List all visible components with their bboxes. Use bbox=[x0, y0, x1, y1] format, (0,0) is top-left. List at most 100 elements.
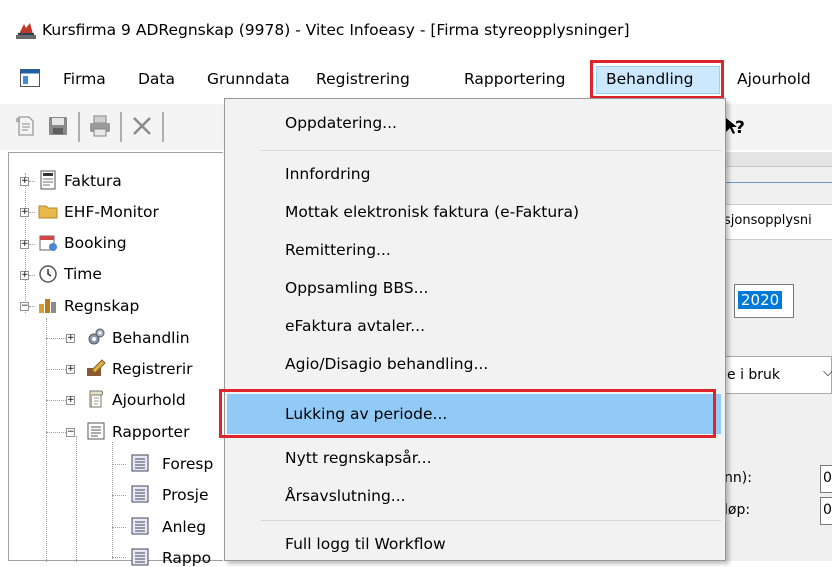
menu-grunndata[interactable]: Grunndata bbox=[207, 70, 290, 88]
menu-item-mottak-efaktura[interactable]: Mottak elektronisk faktura (e-Faktura) bbox=[285, 203, 579, 221]
tree-connector bbox=[29, 275, 35, 276]
app-icon bbox=[16, 23, 36, 39]
edit-icon bbox=[87, 359, 106, 376]
form-panel: sjonsopplysni 2020 e i bruk ⌵ nn): 0 løp… bbox=[724, 152, 832, 561]
tab-strip: sjonsopplysni bbox=[724, 204, 832, 240]
tree-item-foresporsel[interactable]: Foresp bbox=[162, 455, 213, 473]
tree-expand-toggle[interactable]: + bbox=[20, 271, 29, 280]
tree-expand-toggle[interactable]: + bbox=[66, 365, 75, 374]
tree-item-rapport[interactable]: Rappo bbox=[162, 549, 211, 567]
list-doc-icon bbox=[131, 454, 149, 472]
title-bar: Kursfirma 9 ADRegnskap (9978) - Vitec In… bbox=[0, 0, 832, 60]
menu-separator bbox=[261, 150, 721, 151]
tree-item-prosjekt[interactable]: Prosje bbox=[162, 486, 209, 504]
menu-item-innfordring[interactable]: Innfordring bbox=[285, 165, 370, 183]
toolbar-separator bbox=[120, 112, 122, 142]
tree-connector bbox=[46, 432, 66, 433]
menu-separator bbox=[261, 520, 721, 521]
invoice-icon bbox=[40, 170, 56, 190]
tree-connector bbox=[46, 369, 66, 370]
tree-item-ajourhold[interactable]: Ajourhold bbox=[112, 391, 186, 409]
tree-connector bbox=[112, 464, 126, 465]
tree-item-booking[interactable]: Booking bbox=[64, 234, 127, 252]
status-dropdown-value: e i bruk bbox=[727, 367, 781, 383]
gears-icon bbox=[88, 328, 105, 345]
menu-item-arsavslutning[interactable]: Årsavslutning... bbox=[285, 487, 406, 505]
toolbar-separator bbox=[78, 112, 80, 142]
tree-item-behandling[interactable]: Behandlin bbox=[112, 329, 190, 347]
accounting-icon bbox=[39, 299, 56, 313]
tree-connector bbox=[29, 244, 35, 245]
list-doc-icon bbox=[131, 517, 149, 535]
tree-connector bbox=[76, 436, 77, 562]
tree-connector bbox=[112, 557, 126, 558]
tree-expand-toggle[interactable]: + bbox=[66, 334, 75, 343]
tree-collapse-toggle[interactable]: − bbox=[20, 302, 29, 311]
item-highlight-box bbox=[219, 389, 716, 438]
menu-registrering[interactable]: Registrering bbox=[316, 70, 410, 88]
list-doc-icon bbox=[131, 485, 149, 503]
tree-item-registrering[interactable]: Registrerir bbox=[112, 360, 193, 378]
field-1[interactable]: 0 bbox=[820, 465, 832, 493]
year-field[interactable]: 2020 bbox=[734, 284, 794, 318]
field-2-value: 0 bbox=[823, 502, 832, 518]
delete-icon[interactable] bbox=[130, 114, 154, 138]
menu-item-full-logg-workflow[interactable]: Full logg til Workflow bbox=[285, 535, 446, 553]
tree-connector bbox=[112, 527, 126, 528]
clock-icon bbox=[39, 265, 57, 283]
report-icon bbox=[87, 422, 105, 440]
save-icon[interactable] bbox=[46, 114, 70, 138]
menu-item-remittering[interactable]: Remittering... bbox=[285, 241, 391, 259]
status-dropdown[interactable]: e i bruk ⌵ bbox=[724, 356, 832, 394]
field-label-1: nn): bbox=[724, 470, 752, 486]
menu-highlight-box bbox=[590, 60, 724, 99]
new-document-icon[interactable] bbox=[14, 114, 38, 138]
panel-title-line bbox=[724, 182, 832, 183]
tree-item-regnskap[interactable]: Regnskap bbox=[64, 297, 139, 315]
toolbar-separator bbox=[162, 112, 164, 142]
window-title: Kursfirma 9 ADRegnskap (9978) - Vitec In… bbox=[42, 21, 630, 39]
tree-collapse-toggle[interactable]: − bbox=[66, 428, 75, 437]
tab-label[interactable]: sjonsopplysni bbox=[724, 213, 812, 228]
booking-icon bbox=[39, 235, 57, 251]
print-icon[interactable] bbox=[88, 114, 112, 138]
svg-text:?: ? bbox=[735, 118, 745, 138]
help-icon[interactable]: ? bbox=[724, 114, 748, 138]
menu-data[interactable]: Data bbox=[138, 70, 175, 88]
behandling-dropdown-menu: Oppdatering... Innfordring Mottak elektr… bbox=[224, 98, 726, 561]
menu-item-efaktura-avtaler[interactable]: eFaktura avtaler... bbox=[285, 317, 425, 335]
tree-connector bbox=[112, 495, 126, 496]
tree-item-time[interactable]: Time bbox=[64, 265, 102, 283]
tree-expand-toggle[interactable]: + bbox=[20, 240, 29, 249]
menu-ajourhold[interactable]: Ajourhold bbox=[737, 70, 811, 88]
tree-connector bbox=[29, 212, 35, 213]
chevron-down-icon: ⌵ bbox=[823, 365, 832, 380]
tree-item-ehf-monitor[interactable]: EHF-Monitor bbox=[64, 203, 159, 221]
maintenance-icon bbox=[89, 390, 103, 408]
menu-item-oppsamling-bbs[interactable]: Oppsamling BBS... bbox=[285, 279, 428, 297]
year-value: 2020 bbox=[738, 291, 783, 309]
tree-item-faktura[interactable]: Faktura bbox=[64, 172, 122, 190]
menu-item-nytt-regnskapsar[interactable]: Nytt regnskapsår... bbox=[285, 449, 432, 467]
tree-item-rapporter[interactable]: Rapporter bbox=[112, 423, 189, 441]
menu-firma[interactable]: Firma bbox=[63, 70, 106, 88]
field-label-2: løp: bbox=[724, 502, 751, 518]
tree-connector bbox=[112, 442, 113, 561]
menu-rapportering[interactable]: Rapportering bbox=[464, 70, 565, 88]
panel-header bbox=[724, 152, 832, 167]
tree-connector bbox=[29, 306, 35, 307]
tree-item-anlegg[interactable]: Anleg bbox=[162, 518, 206, 536]
field-1-value: 0 bbox=[823, 470, 832, 486]
tree-connector bbox=[46, 400, 66, 401]
tree-connector bbox=[46, 318, 47, 562]
menu-item-oppdatering[interactable]: Oppdatering... bbox=[285, 114, 397, 132]
field-2[interactable]: 0 bbox=[820, 497, 832, 525]
tree-expand-toggle[interactable]: + bbox=[20, 208, 29, 217]
list-doc-icon bbox=[131, 548, 149, 566]
tree-expand-toggle[interactable]: + bbox=[20, 177, 29, 186]
tree-connector bbox=[46, 338, 66, 339]
tree-expand-toggle[interactable]: + bbox=[66, 396, 75, 405]
window-menu-icon[interactable] bbox=[20, 69, 40, 87]
menu-item-agio-disagio[interactable]: Agio/Disagio behandling... bbox=[285, 355, 488, 373]
tree-connector bbox=[29, 181, 35, 182]
